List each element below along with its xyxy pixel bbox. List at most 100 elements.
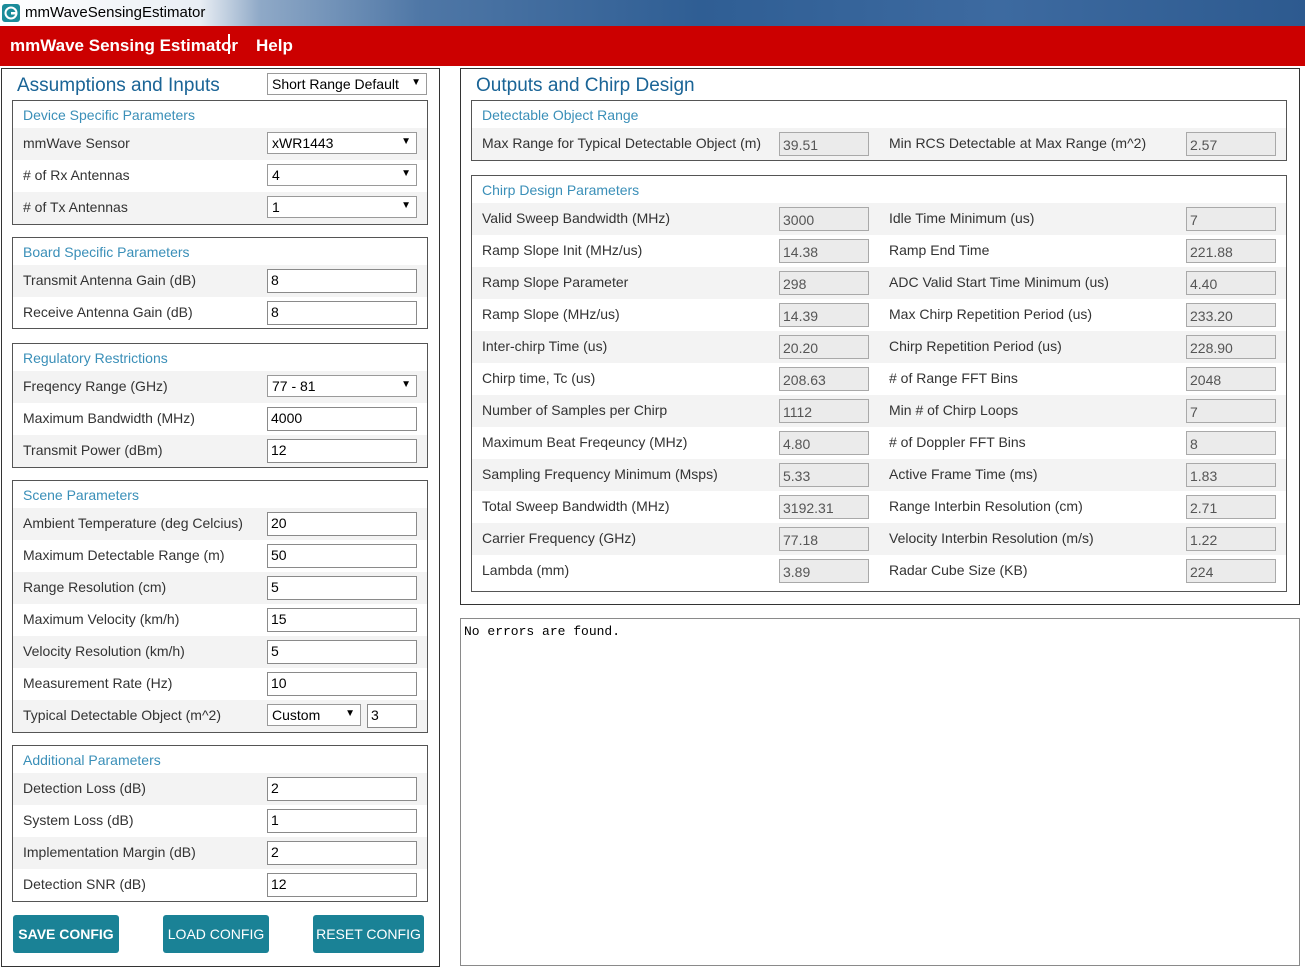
chirp-param-output: 3.89: [779, 559, 869, 583]
velres-row: Velocity Resolution (km/h) 5: [13, 636, 427, 668]
rx-select[interactable]: 4 ▼: [267, 164, 417, 186]
max-range-label: Max Range for Typical Detectable Object …: [482, 135, 762, 151]
freq-value: 77 - 81: [272, 378, 316, 394]
snr-input[interactable]: 12: [267, 873, 417, 897]
range-row: Maximum Detectable Range (m) 50: [13, 540, 427, 572]
chirp-param-label: ADC Valid Start Time Minimum (us): [889, 274, 1109, 290]
power-row: Transmit Power (dBm) 12: [13, 435, 427, 467]
chirp-param-label: Ramp Slope Init (MHz/us): [482, 242, 643, 258]
chirp-row: Carrier Frequency (GHz) 77.18 Velocity Int…: [472, 523, 1286, 555]
chirp-param-label: Active Frame Time (ms): [889, 466, 1038, 482]
chirp-row: Sampling Frequency Minimum (Msps) 5.33 Act…: [472, 459, 1286, 491]
bw-input[interactable]: 4000: [267, 407, 417, 431]
obj-input[interactable]: 3: [367, 704, 417, 728]
chirp-param-output: 3000: [779, 207, 869, 231]
chirp-param-output: 228.90: [1186, 335, 1276, 359]
chirp-param-label: Radar Cube Size (KB): [889, 562, 1028, 578]
chirp-row: Maximum Beat Freqeuncy (MHz) 4.80 # of Dop…: [472, 427, 1286, 459]
rx-value: 4: [272, 167, 280, 183]
temp-input[interactable]: 20: [267, 512, 417, 536]
chirp-param-output: 2.71: [1186, 495, 1276, 519]
vel-label: Maximum Velocity (km/h): [23, 611, 180, 627]
sensor-value: xWR1443: [272, 135, 334, 151]
chirp-param-label: # of Doppler FFT Bins: [889, 434, 1026, 450]
snr-label: Detection SNR (dB): [23, 876, 146, 892]
impl-label: Implementation Margin (dB): [23, 844, 196, 860]
help-menu[interactable]: Help: [256, 36, 293, 56]
additional-section: Additional Parameters Detection Loss (dB…: [12, 745, 428, 902]
res-input[interactable]: 5: [267, 576, 417, 600]
error-console[interactable]: No errors are found.: [460, 618, 1300, 966]
chirp-section: Chirp Design Parameters Valid Sweep Band…: [471, 175, 1287, 592]
window-title-bar: mmWaveSensingEstimator: [0, 0, 1305, 26]
load-config-button[interactable]: LOAD CONFIG: [163, 915, 269, 953]
save-config-button[interactable]: SAVE CONFIG: [13, 915, 119, 953]
det-loss-label: Detection Loss (dB): [23, 780, 146, 796]
range-input[interactable]: 50: [267, 544, 417, 568]
rate-input[interactable]: 10: [267, 672, 417, 696]
menu-bar: mmWave Sensing Estimator Help: [0, 26, 1305, 66]
chirp-param-output: 4.80: [779, 431, 869, 455]
snr-row: Detection SNR (dB) 12: [13, 869, 427, 901]
chevron-down-icon: ▼: [401, 200, 411, 211]
sensor-row: mmWave Sensor xWR1443 ▼: [13, 128, 427, 160]
tx-select[interactable]: 1 ▼: [267, 196, 417, 218]
velres-input[interactable]: 5: [267, 640, 417, 664]
detectable-section: Detectable Object Range Max Range for Ty…: [471, 100, 1287, 161]
freq-select[interactable]: 77 - 81 ▼: [267, 375, 417, 397]
detectable-section-title: Detectable Object Range: [482, 107, 639, 123]
bw-label: Maximum Bandwidth (MHz): [23, 410, 195, 426]
tx-row: # of Tx Antennas 1 ▼: [13, 192, 427, 224]
chirp-param-label: Ramp Slope (MHz/us): [482, 306, 620, 322]
chirp-param-label: Min # of Chirp Loops: [889, 402, 1019, 418]
power-input[interactable]: 12: [267, 439, 417, 463]
rx-row: # of Rx Antennas 4 ▼: [13, 160, 427, 192]
chirp-param-label: Total Sweep Bandwidth (MHz): [482, 498, 670, 514]
rate-row: Measurement Rate (Hz) 10: [13, 668, 427, 700]
chirp-param-output: 3192.31: [779, 495, 869, 519]
reset-config-button[interactable]: RESET CONFIG: [313, 915, 424, 953]
app-name: mmWave Sensing Estimator: [10, 36, 238, 55]
obj-select[interactable]: Custom ▼: [267, 704, 361, 726]
vel-input[interactable]: 15: [267, 608, 417, 632]
chirp-param-label: Lambda (mm): [482, 562, 570, 578]
chevron-down-icon: ▼: [401, 168, 411, 179]
det-loss-input[interactable]: 2: [267, 777, 417, 801]
additional-section-title: Additional Parameters: [23, 752, 161, 768]
max-range-output: 39.51: [779, 132, 869, 156]
chirp-param-output: 20.20: [779, 335, 869, 359]
sensor-select[interactable]: xWR1443 ▼: [267, 132, 417, 154]
detectable-row: Max Range for Typical Detectable Object …: [472, 128, 1286, 160]
board-section-title: Board Specific Parameters: [23, 244, 190, 260]
tx-gain-label: Transmit Antenna Gain (dB): [23, 272, 197, 288]
impl-input[interactable]: 2: [267, 841, 417, 865]
sys-loss-input[interactable]: 1: [267, 809, 417, 833]
chirp-param-label: Ramp Slope Parameter: [482, 274, 629, 290]
rx-gain-input[interactable]: 8: [267, 301, 417, 325]
sys-loss-row: System Loss (dB) 1: [13, 805, 427, 837]
chirp-param-output: 208.63: [779, 367, 869, 391]
tx-gain-input[interactable]: 8: [267, 269, 417, 293]
rx-gain-label: Receive Antenna Gain (dB): [23, 304, 193, 320]
obj-label: Typical Detectable Object (m^2): [23, 707, 221, 723]
tx-value: 1: [272, 199, 280, 215]
temp-row: Ambient Temperature (deg Celcius) 20: [13, 508, 427, 540]
chirp-row: Number of Samples per Chirp 1112 Min # of …: [472, 395, 1286, 427]
chirp-param-output: 8: [1186, 431, 1276, 455]
chirp-param-output: 1112: [779, 399, 869, 423]
power-label: Transmit Power (dBm): [23, 442, 163, 458]
chirp-param-label: Range Interbin Resolution (cm): [889, 498, 1083, 514]
regulatory-section-title: Regulatory Restrictions: [23, 350, 168, 366]
sensor-label: mmWave Sensor: [23, 135, 130, 151]
tx-label: # of Tx Antennas: [23, 199, 128, 215]
chirp-param-output: 1.83: [1186, 463, 1276, 487]
chirp-param-output: 14.39: [779, 303, 869, 327]
chirp-param-label: # of Range FFT Bins: [889, 370, 1018, 386]
preset-select[interactable]: Short Range Default ▼: [267, 73, 427, 95]
scene-section: Scene Parameters Ambient Temperature (de…: [12, 480, 428, 733]
vel-row: Maximum Velocity (km/h) 15: [13, 604, 427, 636]
min-rcs-label: Min RCS Detectable at Max Range (m^2): [889, 135, 1147, 151]
chirp-param-output: 1.22: [1186, 527, 1276, 551]
obj-select-value: Custom: [272, 707, 321, 723]
rate-label: Measurement Rate (Hz): [23, 675, 173, 691]
